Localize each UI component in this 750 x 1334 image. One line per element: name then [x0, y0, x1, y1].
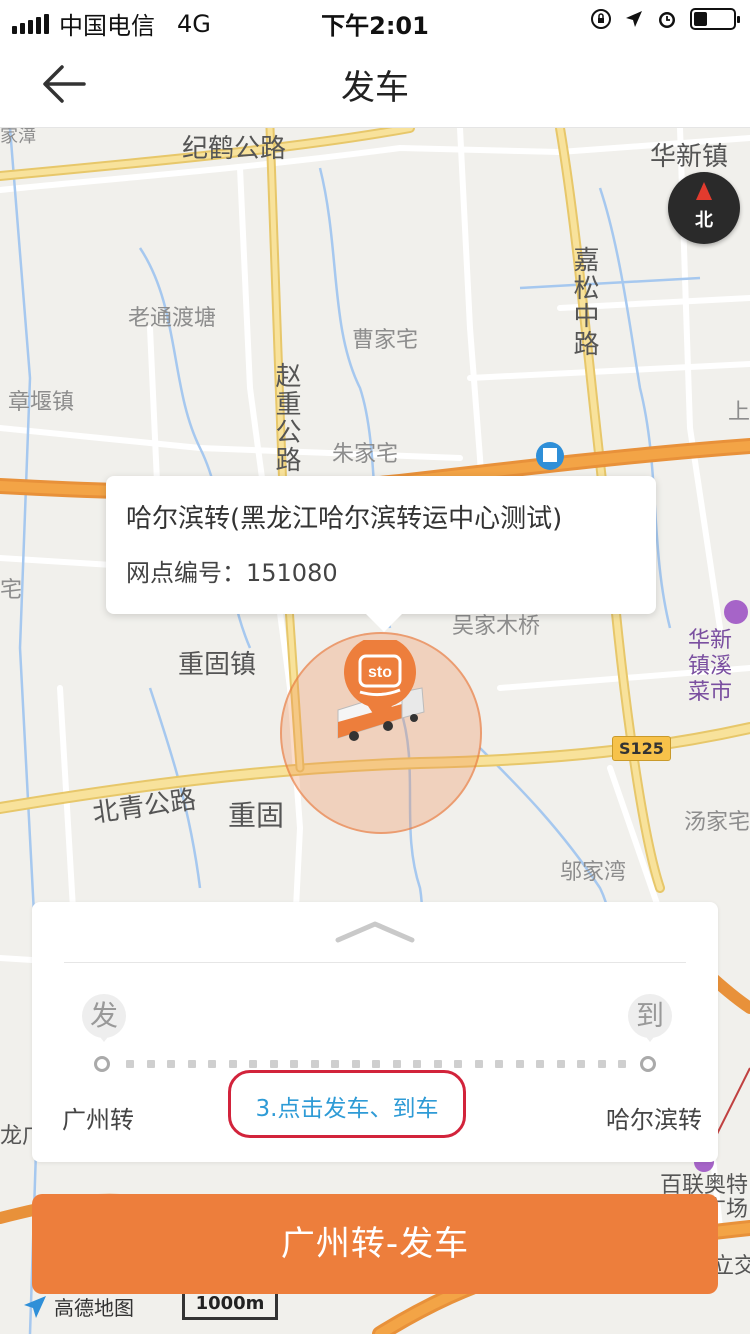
map-label-jihe-road: 纪鹤公路 [182, 134, 287, 164]
map-label-shang: 上 [728, 400, 750, 425]
start-station-name: 广州转 [62, 1106, 134, 1134]
instruction-text: 3.点击发车、到车 [255, 1096, 439, 1122]
route-dotted-line [126, 1060, 626, 1068]
compass-label: 北 [695, 210, 713, 231]
map-label-caojia-zhai: 曹家宅 [352, 328, 419, 353]
route-start-point [94, 1056, 110, 1072]
popup-code-value: 151080 [246, 559, 338, 587]
map-label-jiasong-road: 嘉松中路 [569, 246, 599, 358]
map-label-wujia-wan: 邬家湾 [560, 860, 627, 885]
page-title: 发车 [341, 68, 409, 108]
map-label-huaxin-xicai: 华新镇溪菜市 [688, 628, 733, 705]
location-popup[interactable]: 哈尔滨转(黑龙江哈尔滨转运中心测试) 网点编号：151080 [106, 476, 656, 632]
map-provider-logo: 高德地图 [22, 1292, 134, 1321]
popup-code-label: 网点编号： [126, 559, 246, 587]
map-label-laotong-dutang: 老通渡塘 [128, 306, 217, 331]
route-card: 发 到 广州转 哈尔滨转 3.点击发车、到车 [32, 902, 718, 1162]
compass-icon[interactable]: 北 [668, 172, 740, 244]
orientation-lock-icon [591, 9, 611, 29]
route-end-point [640, 1056, 656, 1072]
map-label-chonggu-town: 重固镇 [178, 650, 257, 680]
end-badge: 到 [628, 994, 672, 1044]
sto-logo-icon: sto [344, 640, 416, 724]
status-bar: 中国电信 4G 下午2:01 [0, 0, 750, 40]
popup-site-code: 网点编号：151080 [126, 553, 636, 588]
map-provider-name: 高德地图 [54, 1296, 134, 1320]
navigation-arrow-icon [24, 1295, 46, 1318]
map-scale-bar: 1000m [182, 1294, 278, 1320]
road-sign-s125: S125 [612, 736, 671, 761]
map-label-jiazao: 家漳 [0, 128, 36, 147]
end-station-name: 哈尔滨转 [606, 1106, 702, 1134]
svg-text:sto: sto [368, 664, 392, 681]
alarm-icon [659, 12, 675, 28]
map-label-chonggu: 重固 [228, 799, 285, 832]
map-label-zhaochong-road: 赵重公路 [271, 362, 301, 474]
card-divider [64, 962, 686, 963]
popup-site-name: 哈尔滨转(黑龙江哈尔滨转运中心测试) [126, 504, 563, 534]
nav-bar: 发车 [0, 40, 750, 128]
location-icon [626, 11, 642, 27]
depart-button[interactable]: 广州转-发车 [32, 1194, 718, 1294]
map-label-tangjia-zhai: 汤家宅 [684, 810, 750, 835]
battery-icon [690, 8, 740, 30]
instruction-annotation: 3.点击发车、到车 [228, 1070, 466, 1138]
map-label-huaxin-town: 华新镇 [650, 142, 729, 172]
map-label-zhujia-zhai: 朱家宅 [332, 442, 399, 467]
start-badge: 发 [82, 994, 126, 1044]
map-label-zhai: 宅 [0, 578, 23, 603]
map-label-zhangyan-town: 章堰镇 [8, 390, 75, 415]
chevron-up-icon[interactable] [334, 918, 416, 946]
